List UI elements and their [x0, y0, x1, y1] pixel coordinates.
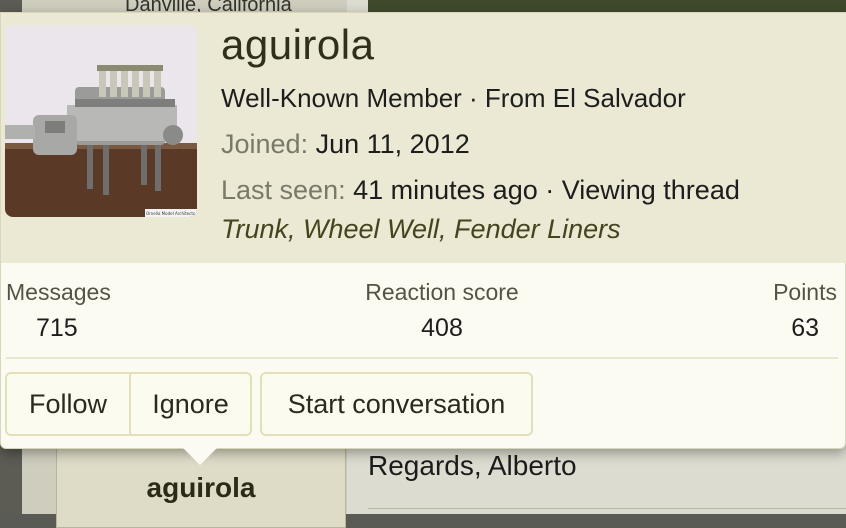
stats-divider	[6, 357, 838, 359]
post-image-strip	[368, 0, 846, 12]
member-stats: Messages 715 Reaction score 408 Points 6…	[1, 279, 846, 359]
stat-points-label: Points	[773, 279, 837, 305]
stat-messages-value[interactable]: 715	[6, 314, 111, 343]
viewing-thread-link[interactable]: Trunk, Wheel Well, Fender Liners	[221, 214, 621, 245]
stat-reaction-score: Reaction score 408	[362, 279, 522, 343]
tooltip-pointer	[183, 448, 217, 465]
last-seen-value: 41 minutes ago · Viewing thread	[353, 175, 740, 205]
start-conversation-button[interactable]: Start conversation	[260, 372, 533, 436]
joined-label: Joined:	[221, 129, 309, 159]
joined-value: Jun 11, 2012	[315, 129, 470, 159]
stat-reaction-value[interactable]: 408	[362, 314, 522, 343]
ignore-button[interactable]: Ignore	[131, 372, 252, 436]
member-tooltip: Ornella Model Architects aguirola Well-K…	[0, 12, 846, 449]
member-title: Well-Known Member · From El Salvador	[221, 83, 686, 113]
avatar-caption: Ornella Model Architects	[146, 211, 195, 216]
joined-row: Joined: Jun 11, 2012	[221, 129, 470, 160]
follow-button[interactable]: Follow	[5, 372, 131, 436]
signature-divider	[368, 508, 846, 509]
stat-points-value[interactable]: 63	[761, 314, 837, 343]
member-avatar[interactable]: Ornella Model Architects	[5, 25, 197, 217]
engine-model-image: Ornella Model Architects	[5, 25, 197, 217]
post-author-name[interactable]: aguirola	[56, 472, 346, 504]
member-tooltip-header: Ornella Model Architects aguirola Well-K…	[1, 13, 846, 263]
post-signature: Regards, Alberto	[368, 450, 577, 481]
stat-reaction-label: Reaction score	[365, 279, 519, 305]
stat-messages-label: Messages	[6, 279, 111, 305]
stat-points: Points 63	[761, 279, 837, 343]
follow-ignore-group: Follow Ignore	[5, 372, 252, 436]
stat-messages: Messages 715	[6, 279, 111, 343]
last-seen-row: Last seen: 41 minutes ago · Viewing thre…	[221, 175, 740, 206]
member-name[interactable]: aguirola	[221, 21, 374, 69]
last-seen-label: Last seen:	[221, 175, 346, 205]
